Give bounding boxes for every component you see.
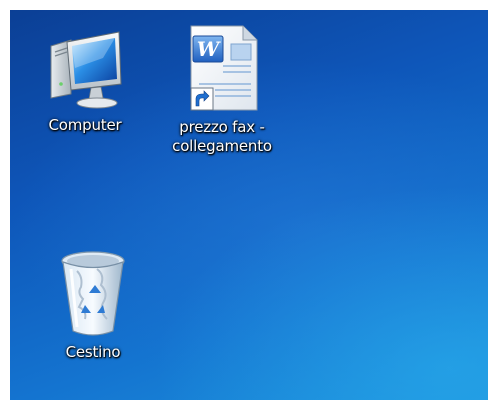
- icon-label: prezzo fax - collegamento: [172, 118, 272, 155]
- screenshot-frame: Computer W prezzo fax - collegamento Ces…: [0, 0, 488, 410]
- desktop-icon-cestino[interactable]: Cestino: [34, 247, 152, 362]
- word-document-shortcut-icon: W: [177, 22, 267, 114]
- svg-text:W: W: [197, 37, 222, 61]
- recycle-bin-icon: [53, 247, 133, 339]
- icon-label: Cestino: [65, 343, 121, 361]
- desktop[interactable]: Computer W prezzo fax - collegamento Ces…: [10, 10, 488, 400]
- icon-label: Computer: [48, 116, 122, 134]
- desktop-icon-computer[interactable]: Computer: [26, 28, 144, 135]
- computer-icon: [45, 28, 125, 112]
- desktop-icon-prezzo-fax[interactable]: W prezzo fax - collegamento: [163, 22, 281, 156]
